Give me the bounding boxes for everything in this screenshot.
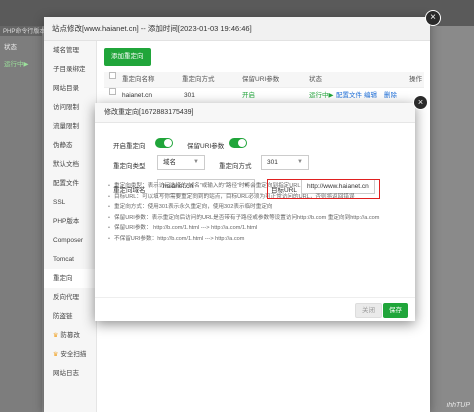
col-header-actions: 操作 — [409, 76, 422, 83]
cell-method: 301 — [184, 92, 195, 99]
background-running-label: 运行中▶ — [4, 61, 29, 68]
add-redirect-button[interactable]: 添加重定向 — [104, 48, 151, 66]
sidebar-item-label: Tomcat — [53, 256, 74, 263]
redirect-table: 重定向名称 重定向方式 保留URI参数 状态 操作 haianet.cn 301… — [104, 72, 424, 104]
sidebar-item-label: Composer — [53, 237, 83, 244]
tip-item: 保留URI参数： http://b.com/1.html ---> http:/… — [108, 223, 408, 234]
sidebar-item-redirect[interactable]: 重定向 — [44, 269, 96, 288]
sidebar-item-composer[interactable]: Composer — [44, 231, 96, 250]
watermark: ihhTUP — [446, 402, 470, 409]
enable-redirect-toggle[interactable] — [155, 138, 173, 148]
sidebar-item-label: 反向代理 — [53, 294, 79, 301]
col-header-method: 重定向方式 — [182, 76, 215, 83]
sidebar-item-site-dir[interactable]: 网站目录 — [44, 79, 96, 98]
table-row: haianet.cn 301 开启 运行中▶ 配置文件 编辑 删除 — [104, 88, 424, 104]
sidebar-item-label: 安全扫描 — [60, 351, 87, 358]
sidebar-item-access-limit[interactable]: 访问限制 — [44, 98, 96, 117]
sidebar-item-ssl[interactable]: SSL — [44, 193, 96, 212]
enable-redirect-label: 开启重定向 — [113, 143, 146, 150]
sidebar-item-default-doc[interactable]: 默认文档 — [44, 155, 96, 174]
sidebar: 域名管理 子目录绑定 网站目录 访问限制 流量限制 伪静态 默认文档 配置文件 … — [44, 41, 97, 412]
sidebar-item-traffic-limit[interactable]: 流量限制 — [44, 117, 96, 136]
redirect-type-select[interactable]: 域名 ▼ — [157, 155, 205, 170]
sidebar-item-label: 防篡改 — [60, 332, 80, 339]
sidebar-item-security-scan[interactable]: ♛ 安全扫描 — [44, 345, 96, 364]
sidebar-item-site-log[interactable]: 网站日志 — [44, 364, 96, 383]
redirect-method-select[interactable]: 301 ▼ — [261, 155, 309, 170]
sidebar-item-domain[interactable]: 域名管理 — [44, 41, 96, 60]
action-config-link[interactable]: 配置文件 — [336, 88, 362, 104]
chevron-down-icon: ▼ — [297, 159, 303, 165]
sidebar-item-label: 网站目录 — [53, 85, 79, 92]
sidebar-item-label: 流量限制 — [53, 123, 79, 130]
sidebar-item-tamper[interactable]: ♛ 防篡改 — [44, 326, 96, 345]
action-edit-link[interactable]: 编辑 — [364, 88, 377, 104]
action-delete-link[interactable]: 删除 — [384, 88, 397, 104]
crown-icon: ♛ — [53, 352, 59, 358]
select-all-checkbox[interactable] — [109, 72, 116, 79]
crown-icon: ♛ — [53, 333, 59, 339]
sidebar-item-hotlink[interactable]: 防盗链 — [44, 307, 96, 326]
sidebar-item-label: 防盗链 — [53, 313, 73, 320]
dialog-title: 修改重定向[1672883175439] — [95, 103, 415, 123]
sidebar-item-label: 访问限制 — [53, 104, 79, 111]
tip-item: 保留URI参数：表示重定向后访问的URL是否带有子路径或参数等设置访问http:… — [108, 213, 408, 224]
cell-keep-uri: 开启 — [242, 92, 255, 99]
cell-name: haianet.cn — [122, 92, 152, 99]
redirect-method-label: 重定向方式 — [219, 163, 252, 170]
col-header-name: 重定向名称 — [122, 76, 155, 83]
window-title: 站点修改[www.haianet.cn] -- 添加时间[2023-01-03 … — [44, 17, 430, 41]
sidebar-item-label: 重定向 — [53, 275, 73, 282]
dialog-close-icon[interactable]: × — [413, 95, 428, 110]
redirect-method-value: 301 — [267, 159, 278, 166]
target-url-highlight-box — [267, 179, 380, 199]
dialog-footer: 关闭 保存 — [95, 297, 415, 321]
keep-uri-toggle[interactable] — [229, 138, 247, 148]
row-checkbox[interactable] — [109, 88, 116, 95]
save-button[interactable]: 保存 — [383, 303, 408, 318]
sidebar-item-label: 域名管理 — [53, 47, 79, 54]
sidebar-item-label: 默认文档 — [53, 161, 79, 168]
sidebar-item-label: 配置文件 — [53, 180, 79, 187]
sidebar-item-tomcat[interactable]: Tomcat — [44, 250, 96, 269]
close-button[interactable]: 关闭 — [355, 303, 382, 318]
background-status-label: 状态 — [4, 44, 17, 51]
edit-redirect-dialog: 修改重定向[1672883175439] 开启重定向 保留URI参数 重定向类型… — [95, 103, 415, 321]
sidebar-item-label: SSL — [53, 199, 66, 206]
sidebar-item-php[interactable]: PHP版本 — [44, 212, 96, 231]
sidebar-item-config[interactable]: 配置文件 — [44, 174, 96, 193]
sidebar-item-proxy[interactable]: 反向代理 — [44, 288, 96, 307]
sidebar-item-subdir[interactable]: 子目录绑定 — [44, 60, 96, 79]
sidebar-item-label: PHP版本 — [53, 218, 80, 225]
sidebar-item-label: 子目录绑定 — [53, 66, 86, 73]
tip-item: 重定向方式：使用301表示永久重定向，使用302表示临时重定向 — [108, 202, 408, 213]
keep-uri-label: 保留URI参数 — [187, 143, 225, 150]
cell-status[interactable]: 运行中▶ — [309, 88, 334, 104]
background-header-text: PHP命令行版本 — [0, 26, 45, 36]
sidebar-item-rewrite[interactable]: 伪静态 — [44, 136, 96, 155]
table-header-row: 重定向名称 重定向方式 保留URI参数 状态 操作 — [104, 72, 424, 88]
redirect-type-label: 重定向类型 — [113, 163, 146, 170]
chevron-down-icon: ▼ — [193, 159, 199, 165]
tip-item: 不保留URI参数：http://b.com/1.html ---> http:/… — [108, 234, 408, 245]
window-close-icon[interactable]: × — [425, 10, 441, 26]
redirect-type-value: 域名 — [163, 159, 176, 166]
col-header-status: 状态 — [309, 76, 322, 83]
sidebar-item-label: 网站日志 — [53, 370, 79, 377]
sidebar-item-label: 伪静态 — [53, 142, 73, 149]
background-strip: PHP命令行版本 状态 运行中▶ — [0, 26, 45, 412]
col-header-keep-uri: 保留URI参数 — [242, 76, 280, 83]
